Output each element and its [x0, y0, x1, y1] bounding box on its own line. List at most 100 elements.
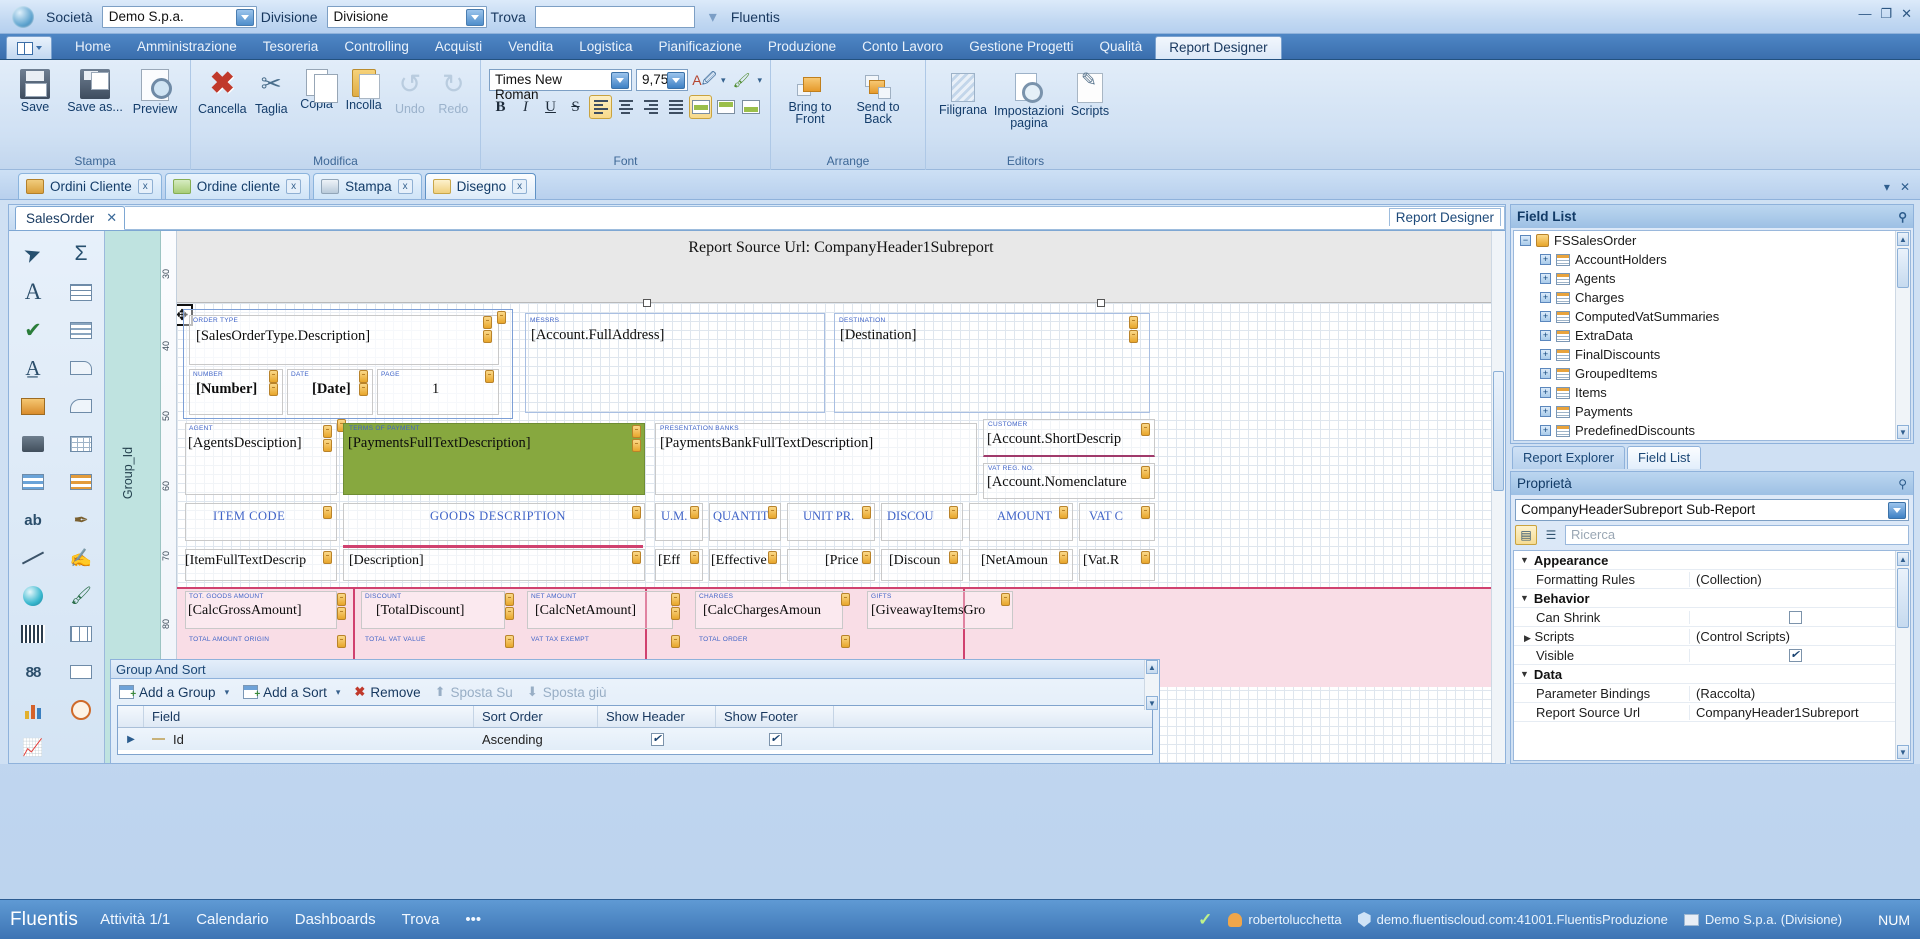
categorized-view-button[interactable]: ▤ [1515, 525, 1537, 545]
tool-sum[interactable]: Σ [57, 235, 105, 273]
scripts-button[interactable]: Scripts [1064, 68, 1116, 118]
tool-signature[interactable]: ✍ [57, 539, 105, 577]
document-tab-ordini-cliente[interactable]: Ordini Cliente x [18, 173, 162, 199]
fill-color-button[interactable]: 🖌 [729, 68, 753, 92]
tool-88[interactable]: 88 [9, 653, 57, 691]
valign-top-button[interactable] [714, 95, 737, 119]
send-to-back-button[interactable]: Send to Back [845, 70, 911, 126]
chevron-right-icon[interactable]: ▶ [1524, 633, 1531, 643]
chevron-down-icon[interactable] [611, 72, 629, 89]
application-menu-button[interactable] [6, 36, 52, 59]
find-input[interactable] [535, 6, 695, 28]
strikethrough-button[interactable]: S [564, 95, 587, 119]
tool-ab[interactable]: ab [9, 501, 57, 539]
tool-line[interactable] [9, 539, 57, 577]
save-button[interactable]: Save [6, 64, 64, 114]
ribbon-tab-logistica[interactable]: Logistica [566, 36, 645, 59]
expand-icon[interactable]: + [1540, 406, 1551, 417]
tab-list-button[interactable]: ▾ [1884, 180, 1890, 194]
document-tab-ordine-cliente[interactable]: Ordine cliente x [165, 173, 310, 199]
checkbox-unchecked-icon[interactable] [1789, 611, 1802, 624]
close-icon[interactable]: x [512, 179, 527, 194]
bring-to-front-button[interactable]: Bring to Front [777, 70, 843, 126]
property-value-wrap[interactable]: CompanyHeader1Subreport [1689, 705, 1894, 720]
ribbon-tab-produzione[interactable]: Produzione [755, 36, 849, 59]
chevron-down-icon[interactable]: ▾ [757, 75, 762, 86]
property-row-report-source-url[interactable]: Report Source Url CompanyHeader1Subrepor… [1514, 703, 1910, 722]
status-dashboards[interactable]: Dashboards [295, 911, 376, 928]
copy-button[interactable]: Copia [295, 64, 338, 111]
tool-panel[interactable] [57, 349, 105, 387]
tool-sparkline[interactable] [57, 653, 105, 691]
field-terms-of-payment-box[interactable] [343, 423, 645, 495]
scroll-down-icon[interactable]: ▼ [1897, 745, 1909, 759]
align-center-button[interactable] [614, 95, 637, 119]
checkbox-checked-icon[interactable]: ✔ [651, 733, 664, 746]
tree-node-charges[interactable]: + Charges [1514, 288, 1910, 307]
field-list-scrollbar[interactable]: ▲ ▼ [1895, 231, 1910, 440]
restore-button[interactable]: ❐ [1880, 6, 1892, 22]
property-value-wrap[interactable] [1689, 611, 1894, 624]
scroll-up-icon[interactable]: ▲ [1897, 552, 1909, 566]
tool-ellipse[interactable] [9, 577, 57, 615]
chevron-down-icon[interactable] [466, 9, 484, 26]
property-category-appearance[interactable]: ▼ Appearance [1514, 551, 1910, 570]
expand-icon[interactable]: + [1540, 292, 1551, 303]
expand-icon[interactable]: + [1540, 349, 1551, 360]
tree-node-agents[interactable]: + Agents [1514, 269, 1910, 288]
font-name-select[interactable]: Times New Roman [489, 69, 632, 91]
tool-pen[interactable]: ✒ [57, 501, 105, 539]
ribbon-tab-vendita[interactable]: Vendita [495, 36, 566, 59]
expand-icon[interactable]: + [1540, 273, 1551, 284]
tool-checkbox[interactable]: ✔ [9, 311, 57, 349]
properties-grid[interactable]: ▼ Appearance Formatting Rules (Collectio… [1513, 550, 1911, 761]
ribbon-tab-report-designer[interactable]: Report Designer [1155, 36, 1281, 59]
redo-button[interactable]: ↻ Redo [433, 64, 474, 116]
chevron-down-icon[interactable]: ▾ [225, 687, 230, 698]
scroll-down-icon[interactable]: ▼ [1897, 425, 1909, 439]
tool-pivot[interactable] [57, 615, 105, 653]
tree-node-groupeditems[interactable]: + GroupedItems [1514, 364, 1910, 383]
chevron-down-icon[interactable] [1888, 502, 1906, 519]
expand-icon[interactable]: + [1540, 387, 1551, 398]
property-category-data[interactable]: ▼ Data [1514, 665, 1910, 684]
property-value-wrap[interactable]: (Collection) [1689, 572, 1894, 587]
field-agent[interactable] [185, 423, 337, 495]
resize-handle[interactable] [643, 299, 651, 307]
group-sort-scrollbar[interactable]: ▲ ▼ [1144, 660, 1159, 710]
property-value-wrap[interactable]: (Control Scripts) [1689, 629, 1894, 644]
move-up-button[interactable]: ⬆ Sposta Su [435, 684, 513, 700]
document-tab-stampa[interactable]: Stampa x [313, 173, 422, 199]
alphabetical-view-button[interactable]: ☰ [1540, 525, 1562, 545]
move-down-button[interactable]: ⬇ Sposta giù [527, 684, 607, 700]
tool-list[interactable] [57, 311, 105, 349]
ribbon-tab-qualita[interactable]: Qualità [1087, 36, 1156, 59]
tool-shape[interactable] [57, 387, 105, 425]
resize-handle[interactable] [1097, 299, 1105, 307]
tree-root-fssalesorder[interactable]: − FSSalesOrder [1514, 231, 1910, 250]
watermark-button[interactable]: Filigrana [932, 68, 994, 117]
tool-picture[interactable] [9, 387, 57, 425]
property-row-can-shrink[interactable]: Can Shrink [1514, 608, 1910, 627]
chevron-down-icon[interactable]: ▾ [336, 687, 341, 698]
font-size-select[interactable]: 9,75 [636, 69, 688, 91]
minimize-button[interactable]: — [1858, 6, 1871, 22]
scroll-up-icon[interactable]: ▲ [1897, 232, 1909, 246]
expand-icon[interactable]: + [1540, 311, 1551, 322]
ribbon-tab-acquisti[interactable]: Acquisti [422, 36, 495, 59]
status-server[interactable]: demo.fluentiscloud.com:41001.FluentisPro… [1358, 912, 1668, 927]
tool-gauge[interactable] [57, 691, 105, 729]
add-a-group-button[interactable]: + Add a Group ▾ [119, 685, 229, 700]
property-category-behavior[interactable]: ▼ Behavior [1514, 589, 1910, 608]
chevron-down-icon[interactable]: ▾ [721, 75, 726, 86]
close-icon[interactable]: x [398, 179, 413, 194]
property-value-wrap[interactable]: (Raccolta) [1689, 686, 1894, 701]
align-right-button[interactable] [639, 95, 662, 119]
close-icon[interactable]: ✕ [106, 210, 117, 226]
close-button[interactable]: ✕ [1901, 6, 1912, 22]
close-document-button[interactable]: ✕ [1900, 180, 1910, 194]
remove-button[interactable]: ✖ Remove [354, 684, 420, 700]
property-row-formatting-rules[interactable]: Formatting Rules (Collection) [1514, 570, 1910, 589]
expand-icon[interactable]: + [1540, 330, 1551, 341]
designer-subtab-salesorder[interactable]: SalesOrder ✕ [15, 206, 125, 230]
